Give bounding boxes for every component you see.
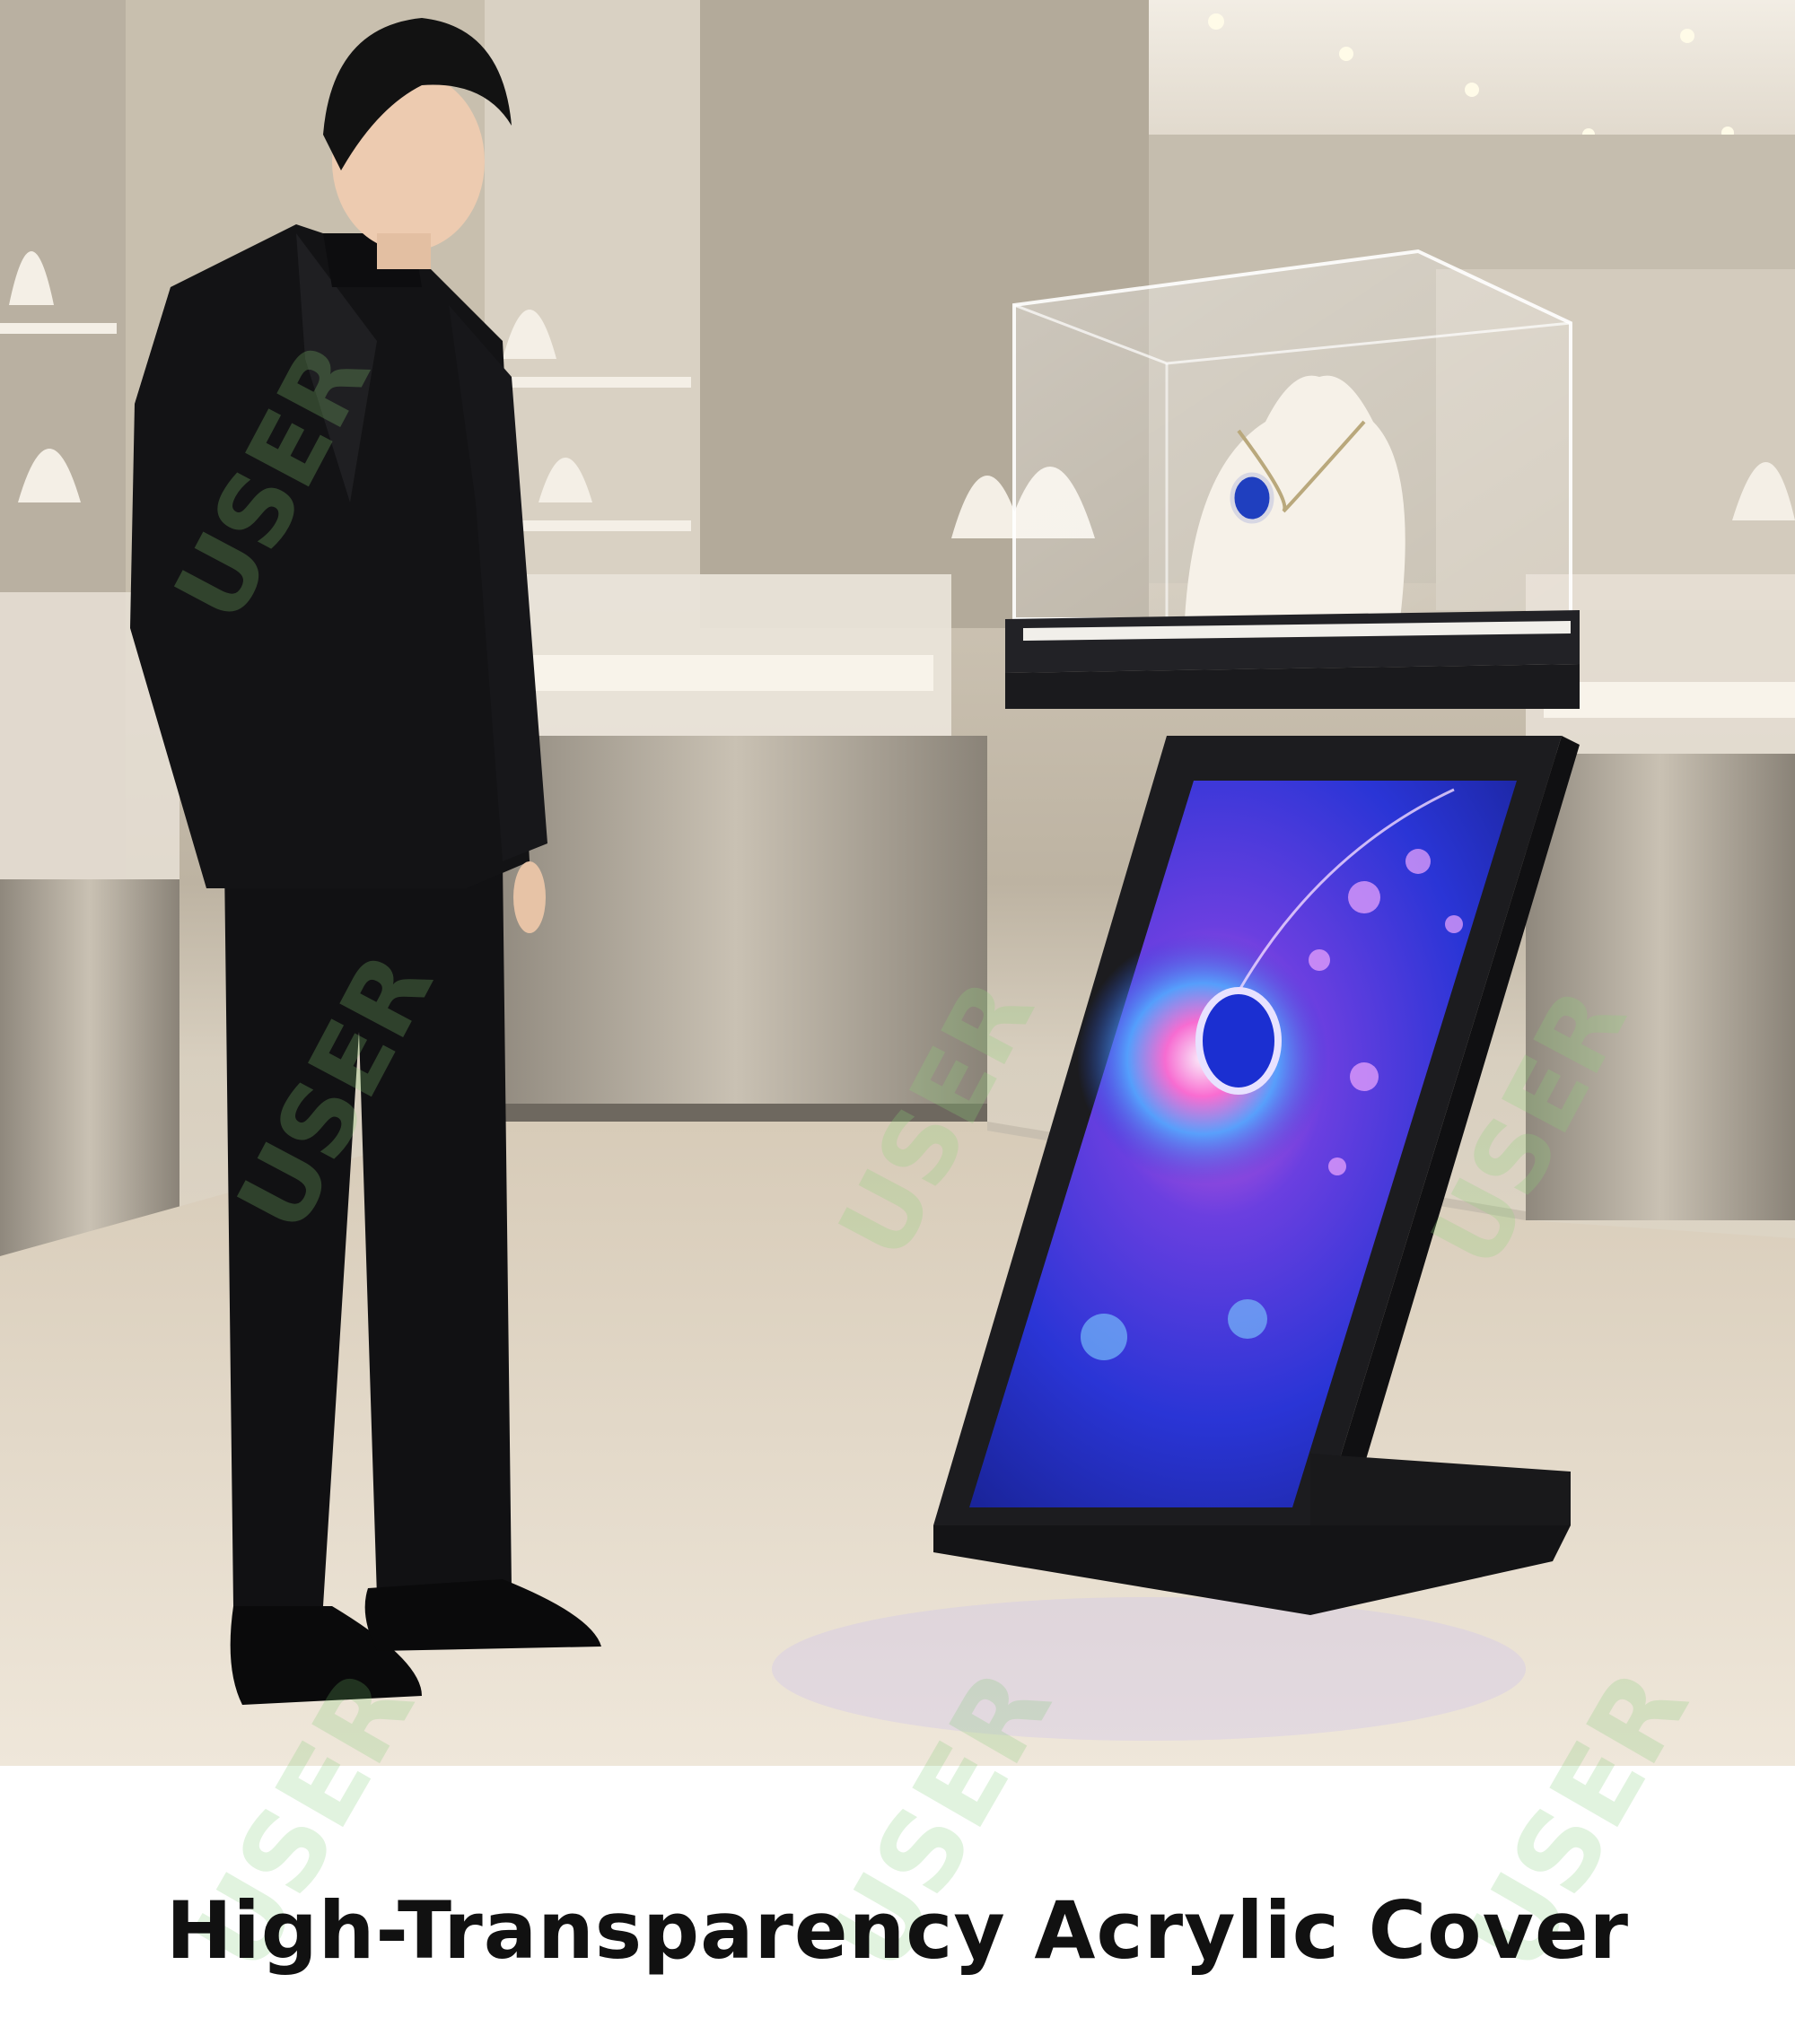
caption-subtitle — [0, 2014, 1795, 2044]
photo-illustration: USER USER USER USER — [0, 0, 1795, 1766]
showroom-photo: USER USER USER USER — [0, 0, 1795, 1766]
acrylic-cover — [1012, 249, 1572, 621]
caption-title: High-Transparency Acrylic Cover — [165, 1884, 1630, 1977]
